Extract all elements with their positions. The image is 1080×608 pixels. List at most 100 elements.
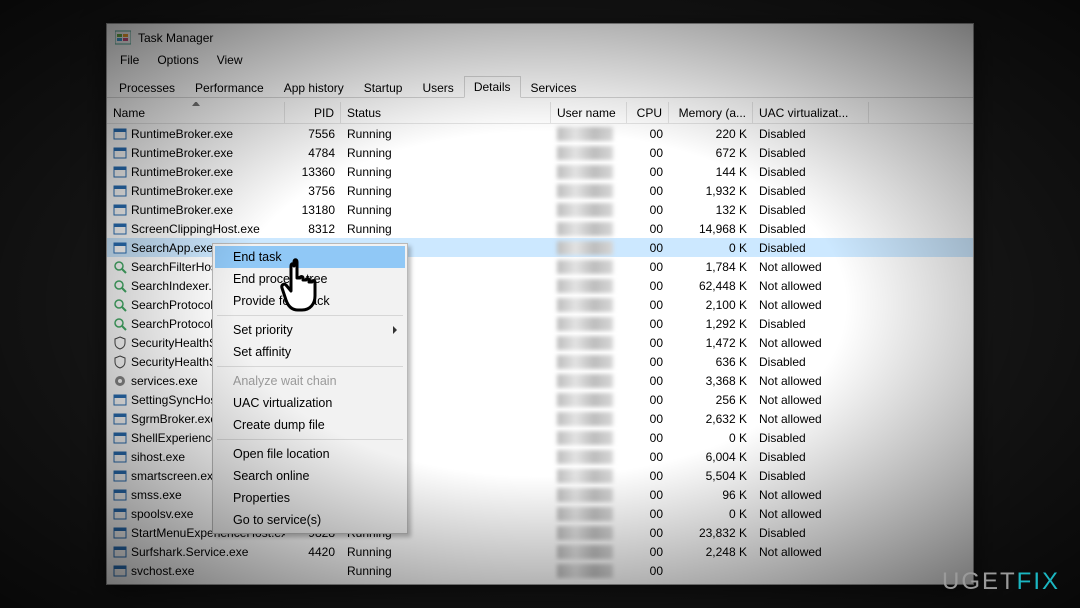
menu-bar: File Options View [107,52,973,72]
redacted-user [557,317,613,331]
header-name[interactable]: Name [107,102,285,123]
process-icon [113,317,127,331]
ctx-uac-virtualization[interactable]: UAC virtualization [215,392,405,414]
cell-cpu: 00 [627,181,669,200]
cell-name: RuntimeBroker.exe [107,181,285,200]
cell-cpu: 00 [627,162,669,181]
cell-cpu: 00 [627,143,669,162]
menu-file[interactable]: File [113,52,146,72]
ctx-properties[interactable]: Properties [215,487,405,509]
tab-processes[interactable]: Processes [109,77,185,98]
process-name: spoolsv.exe [131,507,193,521]
header-memory[interactable]: Memory (a... [669,102,753,123]
process-icon [113,374,127,388]
table-row[interactable]: RuntimeBroker.exe13180Running00132 KDisa… [107,200,973,219]
cell-status: Running [341,124,551,143]
tab-users[interactable]: Users [412,77,463,98]
redacted-user [557,184,613,198]
table-row[interactable]: Surfshark.Service.exe4420Running002,248 … [107,542,973,561]
tab-services[interactable]: Services [521,77,587,98]
cell-user [551,295,627,314]
cell-memory: 1,292 K [669,314,753,333]
process-icon [113,165,127,179]
tab-app-history[interactable]: App history [274,77,354,98]
cell-cpu: 00 [627,219,669,238]
cell-memory: 672 K [669,143,753,162]
redacted-user [557,336,613,350]
cell-user [551,162,627,181]
cell-uac: Disabled [753,200,869,219]
redacted-user [557,355,613,369]
cell-status: Running [341,181,551,200]
process-name: smartscreen.exe [131,469,220,483]
ctx-set-affinity[interactable]: Set affinity [215,341,405,363]
ctx-end-task[interactable]: End task [215,246,405,268]
process-icon [113,526,127,540]
tab-performance[interactable]: Performance [185,77,274,98]
cell-name: Surfshark.Service.exe [107,542,285,561]
cell-memory: 132 K [669,200,753,219]
header-cpu[interactable]: CPU [627,102,669,123]
table-row[interactable]: RuntimeBroker.exe7556Running00220 KDisab… [107,124,973,143]
header-status[interactable]: Status [341,102,551,123]
cell-cpu: 00 [627,371,669,390]
cell-user [551,200,627,219]
ctx-create-dump-file[interactable]: Create dump file [215,414,405,436]
cell-uac: Not allowed [753,390,869,409]
sort-ascending-icon [192,102,200,106]
menu-view[interactable]: View [210,52,250,72]
process-name: SearchApp.exe [131,241,213,255]
cell-pid [285,561,341,580]
cell-uac: Disabled [753,162,869,181]
process-icon [113,393,127,407]
cell-pid: 3756 [285,181,341,200]
cell-user [551,371,627,390]
cell-user [551,466,627,485]
ctx-separator [217,366,403,367]
process-name: ScreenClippingHost.exe [131,222,260,236]
ctx-provide-feedback[interactable]: Provide feedback [215,290,405,312]
cell-memory: 3,368 K [669,371,753,390]
cell-cpu: 00 [627,523,669,542]
redacted-user [557,564,613,578]
cell-cpu: 00 [627,352,669,371]
ctx-end-process-tree[interactable]: End process tree [215,268,405,290]
cell-cpu: 00 [627,466,669,485]
ctx-separator [217,439,403,440]
table-row[interactable]: RuntimeBroker.exe3756Running001,932 KDis… [107,181,973,200]
ctx-analyze-wait-chain: Analyze wait chain [215,370,405,392]
cell-memory [669,561,753,580]
process-name: SgrmBroker.exe [131,412,217,426]
header-user-name[interactable]: User name [551,102,627,123]
process-icon [113,469,127,483]
cell-memory: 1,472 K [669,333,753,352]
ctx-open-file-location[interactable]: Open file location [215,443,405,465]
cell-uac: Not allowed [753,295,869,314]
menu-options[interactable]: Options [150,52,205,72]
redacted-user [557,545,613,559]
table-row[interactable]: RuntimeBroker.exe4784Running00672 KDisab… [107,143,973,162]
tab-details[interactable]: Details [464,76,521,98]
process-name: svchost.exe [131,564,194,578]
cell-uac [753,561,869,580]
cell-memory: 62,448 K [669,276,753,295]
cell-status: Running [341,143,551,162]
title-bar[interactable]: Task Manager [107,24,973,52]
context-menu: End task End process tree Provide feedba… [212,243,408,534]
cell-user [551,276,627,295]
ctx-go-to-services[interactable]: Go to service(s) [215,509,405,531]
table-row[interactable]: ScreenClippingHost.exe8312Running0014,96… [107,219,973,238]
cell-name: RuntimeBroker.exe [107,143,285,162]
process-icon [113,260,127,274]
ctx-search-online[interactable]: Search online [215,465,405,487]
tab-startup[interactable]: Startup [354,77,413,98]
table-row[interactable]: RuntimeBroker.exe13360Running00144 KDisa… [107,162,973,181]
cell-user [551,352,627,371]
header-uac[interactable]: UAC virtualizat... [753,102,869,123]
table-row[interactable]: svchost.exeRunning00 [107,561,973,580]
ctx-set-priority[interactable]: Set priority [215,319,405,341]
cell-memory: 2,632 K [669,409,753,428]
process-icon [113,355,127,369]
process-icon [113,146,127,160]
header-pid[interactable]: PID [285,102,341,123]
